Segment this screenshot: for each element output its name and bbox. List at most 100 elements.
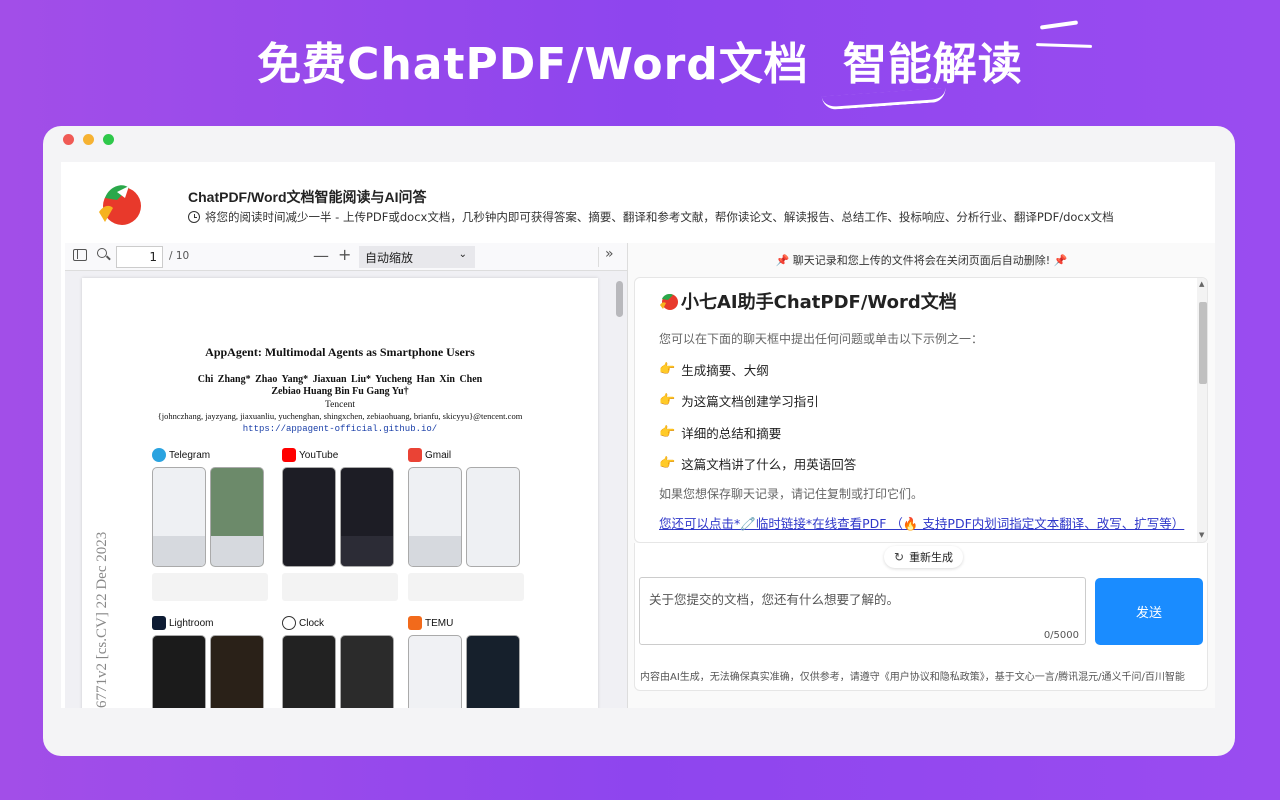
phone-screenshot (340, 467, 394, 567)
figure-app-label: TEMU (425, 617, 454, 629)
figure-app-lightroom: Lightroom (152, 614, 268, 708)
chat-scrollbar-thumb[interactable] (1199, 302, 1207, 384)
figure-app-label: Telegram (169, 449, 211, 461)
paper-title: AppAgent: Multimodal Agents as Smartphon… (205, 345, 475, 359)
page-total: / 10 (169, 250, 190, 262)
banner-title-main: 免费ChatPDF/Word文档 (257, 39, 809, 90)
app-header: ChatPDF/Word文档智能阅读与AI问答 将您的阅读时间减少一半 - 上传… (61, 162, 1215, 242)
refresh-icon: ↻ (894, 550, 905, 564)
pointing-hand-icon: 👉 (659, 362, 676, 377)
phone-screenshot (466, 467, 520, 567)
figure-app-gmail: Gmail (408, 446, 524, 601)
example-prompt-text: 这篇文档讲了什么，用英语回答 (681, 457, 857, 472)
assistant-logo-icon (660, 294, 678, 310)
pdf-toolbar: 1 / 10 — + 自动缩放 ⌄ » (65, 243, 627, 271)
paper-figure: Telegram YouTube Gmail Lightroom Clock T… (152, 446, 532, 708)
app-container: ChatPDF/Word文档智能阅读与AI问答 将您的阅读时间减少一半 - 上传… (61, 162, 1215, 708)
phone-screenshot (282, 635, 336, 708)
zoom-select-value: 自动缩放 (365, 251, 414, 265)
pdf-scrollbar-thumb[interactable] (616, 281, 623, 317)
figure-app-label: Lightroom (169, 617, 214, 629)
pointing-hand-icon: 👉 (659, 425, 676, 440)
temp-link[interactable]: 您还可以点击*🧷临时链接*在线查看PDF （🔥 支持PDF内划词指定文本翻译、改… (659, 515, 1184, 532)
chat-panel: 📌 聊天记录和您上传的文件将会在关闭页面后自动删除! 📌 小七AI助手ChatP… (628, 243, 1215, 708)
chat-input-placeholder: 关于您提交的文档，您还有什么想要了解的。 (649, 592, 900, 607)
char-counter: 0/5000 (1043, 630, 1079, 641)
figure-app-temu: TEMU (408, 614, 524, 708)
app-subtitle-text: 将您的阅读时间减少一半 - 上传PDF或docx文档，几秒钟内即可获得答案、摘要… (205, 210, 1114, 224)
zoom-in-button[interactable]: + (338, 245, 351, 264)
arxiv-stamp-text: 6771v2 [cs.CV] 22 Dec 2023 (94, 531, 110, 708)
browser-window: ChatPDF/Word文档智能阅读与AI问答 将您的阅读时间减少一半 - 上传… (43, 126, 1235, 756)
phone-screenshot (408, 635, 462, 708)
ai-disclaimer: 内容由AI生成，无法确保真实准确，仅供参考，请遵守《用户协议和隐私政策》，基于文… (640, 672, 1185, 683)
lightroom-icon (152, 616, 166, 630)
privacy-notice-text: 聊天记录和您上传的文件将会在关闭页面后自动删除! (792, 254, 1051, 267)
example-prompt-text: 生成摘要、大纲 (681, 363, 769, 378)
figure-app-label: Clock (299, 617, 325, 629)
chat-input[interactable]: 关于您提交的文档，您还有什么想要了解的。 0/5000 (639, 577, 1086, 645)
phone-screenshot (210, 635, 264, 708)
pdf-page: AppAgent: Multimodal Agents as Smartphon… (82, 278, 598, 708)
zoom-select[interactable]: 自动缩放 ⌄ (359, 246, 475, 268)
chevron-down-icon: ⌄ (458, 249, 467, 260)
sidebar-toggle-icon[interactable] (73, 249, 87, 261)
app-title: ChatPDF/Word文档智能阅读与AI问答 (188, 189, 427, 205)
phone-screenshot (408, 467, 462, 567)
example-prompt[interactable]: 👉 为这篇文档创建学习指引 (659, 391, 819, 410)
example-prompt[interactable]: 👉 生成摘要、大纲 (659, 360, 769, 379)
promo-banner: 免费ChatPDF/Word文档 智能解读 (0, 30, 1280, 100)
example-prompt-text: 详细的总结和摘要 (681, 426, 782, 441)
paper-url[interactable]: https://appagent-official.github.io/ (82, 424, 598, 434)
phone-screenshot (282, 467, 336, 567)
scroll-down-icon[interactable]: ▼ (1199, 531, 1204, 539)
save-tip: 如果您想保存聊天记录，请记住复制或打印它们。 (659, 487, 924, 501)
paper-authors: Zebiao Huang Bin Fu Gang Yu† (271, 386, 409, 397)
paper-emails: {johnczhang, jayzyang, jiaxuanliu, yuche… (157, 411, 523, 421)
send-button[interactable]: 发送 (1095, 578, 1203, 645)
chat-intro: 您可以在下面的聊天框中提出任何问题或单击以下示例之一： (659, 332, 984, 346)
phone-screenshot (210, 467, 264, 567)
figure-app-youtube: YouTube (282, 446, 398, 601)
pin-icon: 📌 (775, 254, 790, 267)
chat-title: 小七AI助手ChatPDF/Word文档 (659, 288, 957, 314)
pointing-hand-icon: 👉 (659, 456, 676, 471)
regenerate-label: 重新生成 (909, 551, 954, 564)
window-controls (63, 134, 114, 145)
clock-icon (188, 211, 200, 223)
figure-app-label: YouTube (299, 449, 339, 461)
chat-title-text: 小七AI助手ChatPDF/Word文档 (681, 292, 957, 313)
scroll-up-icon[interactable]: ▲ (1199, 280, 1204, 288)
toolbar-divider (598, 247, 599, 267)
observation-caption (152, 573, 268, 601)
phone-screenshot (152, 635, 206, 708)
example-prompt[interactable]: 👉 这篇文档讲了什么，用英语回答 (659, 454, 856, 473)
minimize-window-button[interactable] (83, 134, 94, 145)
temu-icon (408, 616, 422, 630)
more-tools-icon[interactable]: » (605, 246, 614, 262)
banner-title-highlight: 智能解读 (842, 39, 1023, 90)
phone-screenshot (340, 635, 394, 708)
example-prompt-text: 为这篇文档创建学习指引 (681, 394, 819, 409)
privacy-notice: 📌 聊天记录和您上传的文件将会在关闭页面后自动删除! 📌 (628, 252, 1215, 268)
pdf-viewer: 1 / 10 — + 自动缩放 ⌄ » AppAgent: Multimodal… (65, 243, 628, 708)
maximize-window-button[interactable] (103, 134, 114, 145)
figure-app-telegram: Telegram (152, 446, 268, 601)
pointing-hand-icon: 👉 (659, 393, 676, 408)
youtube-icon (282, 448, 296, 462)
zoom-out-button[interactable]: — (313, 246, 329, 265)
example-prompt[interactable]: 👉 详细的总结和摘要 (659, 423, 781, 442)
figure-app-label: Gmail (425, 449, 452, 461)
close-window-button[interactable] (63, 134, 74, 145)
gmail-icon (408, 448, 422, 462)
phone-screenshot (152, 467, 206, 567)
paper-affiliation: Tencent (325, 400, 355, 410)
page-number-input[interactable]: 1 (116, 246, 163, 268)
phone-screenshot (466, 635, 520, 708)
clock-app-icon (282, 616, 296, 630)
pdf-scrollbar[interactable] (611, 271, 627, 708)
search-icon[interactable] (97, 248, 107, 258)
regenerate-button[interactable]: ↻ 重新生成 (884, 546, 964, 568)
observation-caption (408, 573, 524, 601)
chat-messages: 小七AI助手ChatPDF/Word文档 您可以在下面的聊天框中提出任何问题或单… (634, 277, 1208, 543)
